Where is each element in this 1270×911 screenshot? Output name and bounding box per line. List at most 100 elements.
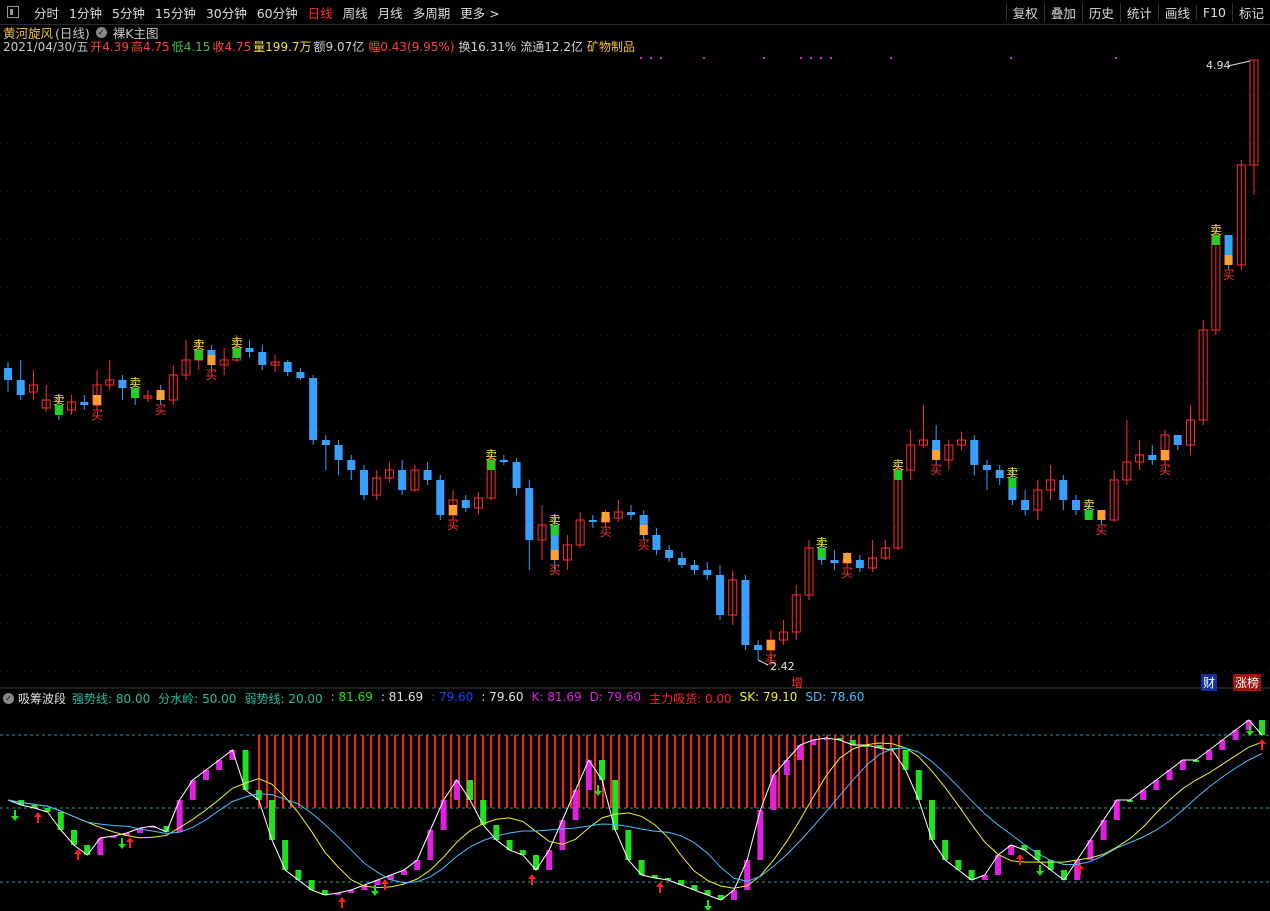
k-bar — [1127, 800, 1133, 802]
buy-box — [207, 355, 216, 365]
candle-body — [652, 535, 661, 550]
candle-78 — [995, 465, 1004, 485]
k-bar — [849, 740, 856, 745]
k-bar — [1047, 860, 1054, 870]
buy-box — [843, 553, 852, 563]
candle-body — [1072, 500, 1080, 510]
candle-36 — [461, 495, 470, 512]
candle-body — [398, 470, 407, 490]
up-arrow-icon — [656, 882, 664, 893]
indicator-header: ✓ 吸筹波段 强势线: 80.00 分水岭: 50.00 弱势线: 20.00: 8… — [3, 690, 872, 706]
k-bar — [137, 828, 143, 833]
candle-90 — [1148, 445, 1157, 465]
candle-48 — [613, 500, 623, 522]
k-bar — [783, 760, 790, 775]
k-bar — [123, 833, 130, 836]
marker-dot — [820, 57, 822, 59]
k-bar — [321, 890, 328, 895]
indicator-value-5: : 79.60 — [431, 689, 474, 704]
checkmark-icon[interactable]: ✓ — [3, 692, 14, 704]
candle-body — [245, 348, 254, 352]
k-bar — [282, 840, 289, 870]
candle-body — [512, 462, 521, 488]
candle-0 — [4, 362, 12, 392]
candlestick-chart[interactable]: 卖卖卖 卖卖卖卖卖卖卖卖买 买买买买买买买买买买买买4.942.42 — [0, 0, 1270, 690]
candle-76 — [970, 435, 979, 475]
high-price-label: 4.94 — [1206, 59, 1231, 72]
k-bar — [480, 800, 487, 825]
k-bar — [506, 840, 513, 850]
candle-65 — [830, 550, 839, 570]
indicator-name[interactable]: 吸筹波段 — [18, 690, 66, 707]
k-bar — [361, 885, 368, 890]
candle-28 — [360, 465, 368, 500]
candle-74 — [944, 440, 954, 470]
candle-27 — [347, 455, 356, 480]
indicator-value-4: : 81.69 — [380, 689, 424, 704]
k-bar — [374, 880, 381, 885]
candle-98 — [1249, 59, 1259, 195]
candle-49 — [627, 505, 635, 520]
candle-body — [741, 580, 750, 645]
candle-body — [80, 402, 89, 405]
candle-body — [258, 352, 267, 365]
candle-57 — [728, 570, 738, 625]
indicator-value-2: 弱势线: 20.00 — [244, 691, 323, 706]
candle-body — [677, 558, 686, 565]
sell-signal: 卖 — [892, 458, 904, 472]
candle-body — [983, 465, 991, 470]
k-bar — [71, 830, 77, 845]
marker-dot — [650, 57, 652, 59]
down-arrow-icon — [594, 785, 602, 796]
candle-body — [347, 460, 356, 470]
candle-body — [334, 445, 343, 460]
candle-95 — [1211, 230, 1221, 335]
k-bar — [533, 855, 539, 870]
k-bar — [1140, 790, 1147, 800]
candle-body — [690, 565, 699, 570]
candle-5 — [67, 395, 77, 415]
k-bar — [876, 745, 883, 748]
candle-88 — [1122, 420, 1132, 485]
k-bar — [1245, 720, 1252, 730]
k-bar — [942, 840, 949, 860]
buy-box — [449, 505, 457, 515]
marker-dot — [660, 57, 662, 59]
up-arrow-icon — [528, 874, 536, 885]
k-bar — [467, 780, 473, 800]
candle-body — [1059, 480, 1068, 500]
sell-signal: 卖 — [1083, 498, 1095, 512]
candle-97 — [1236, 160, 1246, 270]
candle-body — [360, 470, 368, 495]
zeng-tag[interactable]: 增 — [791, 674, 803, 691]
k-bar — [150, 826, 157, 828]
k-bar — [797, 745, 803, 760]
candle-87 — [1109, 470, 1119, 522]
k-bar — [665, 878, 671, 880]
candle-body — [970, 440, 979, 465]
buy-signal: 买 — [1095, 523, 1107, 537]
candle-body — [118, 380, 127, 388]
k-bar — [203, 770, 209, 780]
candle-83 — [1059, 475, 1068, 510]
buy-signal: 买 — [1223, 268, 1235, 282]
candle-77 — [983, 460, 991, 490]
marker-dot — [890, 57, 892, 59]
sell-signal: 卖 — [485, 448, 497, 462]
candle-71 — [906, 430, 916, 480]
candle-37 — [473, 492, 483, 514]
candle-body — [716, 575, 724, 615]
k-bar — [176, 800, 183, 832]
up-arrow-icon — [1016, 854, 1024, 865]
k-bar — [1193, 760, 1199, 762]
zhangbang-tag[interactable]: 涨榜 — [1233, 674, 1262, 691]
k-bar — [678, 880, 685, 885]
k-bar — [57, 812, 64, 830]
up-arrow-icon — [126, 837, 134, 848]
candle-body — [703, 570, 712, 575]
cai-tag[interactable]: 财 — [1201, 674, 1218, 691]
buy-signal: 买 — [155, 403, 167, 417]
candle-body — [499, 460, 508, 462]
candle-body — [4, 368, 12, 380]
candle-26 — [334, 440, 343, 475]
